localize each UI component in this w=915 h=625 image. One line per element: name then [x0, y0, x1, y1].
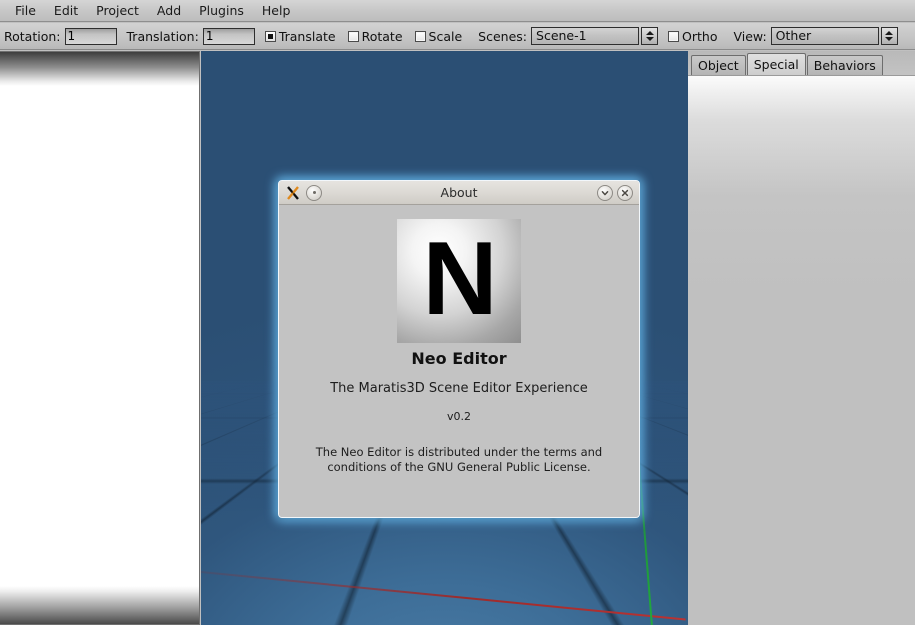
about-dialog-title: About — [279, 181, 639, 204]
ortho-label: Ortho — [682, 29, 717, 44]
neo-editor-window: File Edit Project Add Plugins Help Rotat… — [0, 0, 915, 625]
about-dialog-window-buttons — [593, 185, 633, 201]
tab-behaviors[interactable]: Behaviors — [807, 55, 883, 75]
radio-filled-icon — [265, 31, 276, 42]
about-dialog[interactable]: About N Neo Editor The Maratis3D Scene E… — [278, 180, 640, 518]
menu-edit[interactable]: Edit — [45, 1, 87, 21]
view-label: View: — [733, 29, 766, 44]
view-combobox-arrows[interactable] — [881, 27, 898, 45]
product-name: Neo Editor — [279, 349, 639, 368]
neo-logo: N — [397, 219, 521, 343]
menu-file[interactable]: File — [6, 1, 45, 21]
scene-tree-panel[interactable] — [0, 51, 200, 625]
checkbox-empty-icon — [415, 31, 426, 42]
license-line-1: The Neo Editor is distributed under the … — [279, 445, 639, 460]
menu-add[interactable]: Add — [148, 1, 190, 21]
window-menu-icon[interactable] — [306, 185, 322, 201]
license-line-2: conditions of the GNU General Public Lic… — [279, 460, 639, 475]
menubar: File Edit Project Add Plugins Help — [0, 0, 915, 22]
tab-special[interactable]: Special — [747, 53, 806, 75]
rotate-label: Rotate — [362, 29, 403, 44]
rotation-input[interactable] — [65, 28, 117, 45]
chevron-up-icon — [885, 31, 893, 35]
scenes-combobox-value: Scene-1 — [531, 27, 639, 45]
close-icon[interactable] — [617, 185, 633, 201]
properties-panel: Object Special Behaviors — [688, 51, 915, 625]
view-combobox-value: Other — [771, 27, 879, 45]
rotation-label: Rotation: — [4, 29, 61, 44]
properties-tabbar: Object Special Behaviors — [688, 51, 915, 75]
checkbox-empty-icon — [348, 31, 359, 42]
chevron-down-icon[interactable] — [597, 185, 613, 201]
properties-tab-page — [688, 75, 915, 625]
checkbox-empty-icon — [668, 31, 679, 42]
rotate-checkbox[interactable]: Rotate — [348, 29, 407, 44]
chevron-down-icon — [885, 37, 893, 41]
license-text: The Neo Editor is distributed under the … — [279, 445, 639, 475]
scale-checkbox[interactable]: Scale — [415, 29, 467, 44]
translate-radio[interactable]: Translate — [265, 29, 340, 44]
panel-bottom-shade — [0, 586, 199, 624]
translate-label: Translate — [279, 29, 336, 44]
scale-label: Scale — [429, 29, 463, 44]
neo-logo-letter: N — [397, 227, 521, 331]
scenes-combobox[interactable]: Scene-1 — [531, 27, 658, 45]
about-dialog-body: N Neo Editor The Maratis3D Scene Editor … — [279, 205, 639, 518]
toolbar: Rotation: Translation: Translate Rotate … — [0, 23, 915, 50]
menu-project[interactable]: Project — [87, 1, 148, 21]
panel-top-shade — [0, 52, 199, 86]
menu-help[interactable]: Help — [253, 1, 300, 21]
menu-plugins[interactable]: Plugins — [190, 1, 253, 21]
scenes-combobox-arrows[interactable] — [641, 27, 658, 45]
translation-label: Translation: — [127, 29, 199, 44]
product-version: v0.2 — [279, 410, 639, 423]
translation-input[interactable] — [203, 28, 255, 45]
ortho-checkbox[interactable]: Ortho — [668, 29, 721, 44]
view-combobox[interactable]: Other — [771, 27, 898, 45]
maratis-app-icon — [285, 185, 301, 201]
chevron-down-icon — [646, 37, 654, 41]
about-dialog-titlebar[interactable]: About — [279, 181, 639, 205]
product-tagline: The Maratis3D Scene Editor Experience — [279, 381, 639, 396]
scenes-label: Scenes: — [478, 29, 527, 44]
tab-object[interactable]: Object — [691, 55, 746, 75]
chevron-up-icon — [646, 31, 654, 35]
